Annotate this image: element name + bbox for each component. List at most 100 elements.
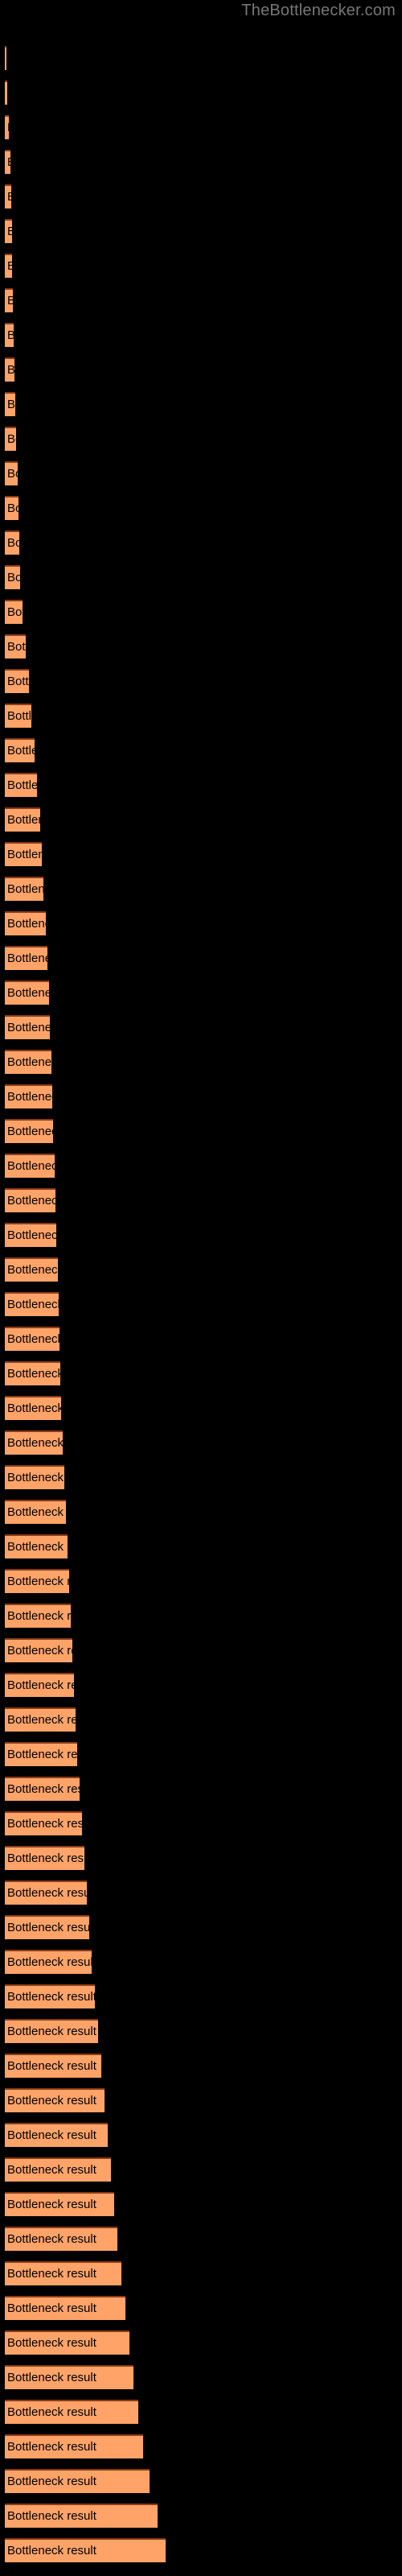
bar-label: Bottleneck result [7, 502, 18, 515]
bar-row[interactable]: Bottleneck result [5, 2157, 111, 2182]
bar-row[interactable]: Bottleneck result [5, 2400, 138, 2424]
bar-row[interactable]: Bottleneck result [5, 1569, 69, 1593]
bar-label-clip: Bottleneck result [5, 1534, 68, 1558]
bar-label: Bottleneck result [7, 1298, 59, 1311]
bar-label-clip: Bottleneck result [5, 2019, 98, 2043]
bar-label-clip: Bottleneck result [5, 980, 49, 1005]
bar-row[interactable]: Bottleneck result [5, 2261, 121, 2285]
bar-label-clip: Bottleneck result [5, 2469, 150, 2493]
bar-row[interactable]: Bottleneck result [5, 2330, 129, 2355]
bar-row[interactable]: Bottleneck result [5, 323, 14, 347]
bar-label: Bottleneck result [7, 1367, 60, 1381]
bar-row[interactable]: Bottleneck result [5, 1638, 72, 1662]
bar-label-clip: Bottleneck result [5, 600, 23, 624]
bar-label: Bottleneck result [7, 1436, 63, 1450]
bar-row[interactable]: Bottleneck result [5, 1327, 59, 1351]
bar-label-clip: Bottleneck result [5, 1154, 55, 1178]
bar-row[interactable]: Bottleneck result [5, 496, 18, 520]
bar-label: Bottleneck result [7, 709, 31, 723]
bar-label: Bottleneck result [7, 605, 23, 619]
bar-row[interactable]: Bottleneck result [5, 946, 47, 970]
bar-label-clip: Bottleneck result [5, 1015, 50, 1039]
bar-row[interactable]: Bottleneck result [5, 2192, 114, 2216]
bar-row[interactable]: Bottleneck result [5, 427, 16, 451]
bar-row[interactable]: Bottleneck result [5, 288, 13, 312]
bar-row[interactable]: Bottleneck result [5, 115, 9, 139]
bar-row[interactable]: Bottleneck result [5, 2088, 105, 2112]
bar-row[interactable]: Bottleneck result [5, 219, 12, 243]
bar-label-clip: Bottleneck result [5, 427, 16, 451]
bar-row[interactable]: Bottleneck result [5, 1050, 51, 1074]
bar-label: Bottleneck result [7, 2025, 96, 2038]
bar-row[interactable]: Bottleneck result [5, 2123, 108, 2147]
bar-row[interactable]: Bottleneck result [5, 1292, 59, 1316]
bar-row[interactable]: Bottleneck result [5, 1534, 68, 1558]
bar-label-clip: Bottleneck result [5, 1984, 95, 2008]
bar-row[interactable]: Bottleneck result [5, 2469, 150, 2493]
bar-row[interactable]: Bottleneck result [5, 2296, 125, 2320]
bar-label-clip: Bottleneck result [5, 496, 18, 520]
bar-label-clip: Bottleneck result [5, 704, 31, 728]
bar-label: Bottleneck result [7, 467, 18, 481]
bar-label-clip: Bottleneck result [5, 1811, 82, 1835]
bar-label: Bottleneck result [7, 184, 11, 208]
bar-row[interactable]: Bottleneck result [5, 1465, 64, 1489]
bar-row[interactable]: Bottleneck result [5, 2504, 158, 2528]
bar-row[interactable]: Bottleneck result [5, 1396, 61, 1420]
bar-row[interactable]: Bottleneck result [5, 807, 40, 832]
bar-row[interactable]: Bottleneck result [5, 1846, 84, 1870]
bar-row[interactable]: Bottleneck result [5, 842, 42, 866]
bar-row[interactable]: Bottleneck result [5, 911, 46, 935]
bar-row[interactable]: Bottleneck result [5, 2054, 101, 2078]
bar-row[interactable]: Bottleneck result [5, 1119, 53, 1143]
bar-row[interactable]: Bottleneck result [5, 392, 15, 416]
bar-row[interactable]: Bottleneck result [5, 1430, 63, 1455]
bar-row[interactable]: Bottleneck result [5, 2434, 143, 2458]
bar-row[interactable]: Bottleneck result [5, 2538, 166, 2562]
bar-row[interactable]: Bottleneck result [5, 1673, 74, 1697]
bar-row[interactable]: Bottleneck result [5, 1915, 89, 1939]
bar-row[interactable]: Bottleneck result [5, 1950, 92, 1974]
bar-row[interactable]: Bottleneck result [5, 669, 29, 693]
bar-row[interactable]: Bottleneck result [5, 738, 35, 762]
bar-row[interactable]: Bottleneck result [5, 1707, 76, 1732]
bar-row[interactable]: Bottleneck result [5, 1742, 77, 1766]
bar-row[interactable]: Bottleneck result [5, 1154, 55, 1178]
bar-row[interactable]: Bottleneck result [5, 1257, 58, 1282]
bar-label-clip: Bottleneck result [5, 1430, 63, 1455]
bar-row[interactable]: Bottleneck result [5, 980, 49, 1005]
bar-row[interactable]: Bottleneck result [5, 357, 14, 382]
bar-row[interactable]: Bottleneck result [5, 773, 37, 797]
bar-label-clip: Bottleneck result [5, 1327, 59, 1351]
bar-row[interactable]: Bottleneck result [5, 877, 43, 901]
bar-row[interactable]: Bottleneck result [5, 1500, 66, 1524]
bar-row[interactable]: Bottleneck result [5, 80, 7, 105]
bar-row[interactable]: Bottleneck result [5, 150, 10, 174]
bar-row[interactable]: Bottleneck result [5, 1811, 82, 1835]
bar-label-clip: Bottleneck result [5, 1707, 76, 1732]
bar-row[interactable]: Bottleneck result [5, 1361, 60, 1385]
bar-label: Bottleneck result [7, 1402, 61, 1415]
bar-row[interactable]: Bottleneck result [5, 254, 12, 278]
bar-row[interactable]: Bottleneck result [5, 184, 11, 208]
bar-row[interactable]: Bottleneck result [5, 530, 19, 555]
bar-row[interactable]: Bottleneck result [5, 46, 6, 70]
bar-row[interactable]: Bottleneck result [5, 1984, 95, 2008]
bar-row[interactable]: Bottleneck result [5, 2019, 98, 2043]
bar-label-clip: Bottleneck result [5, 1188, 55, 1212]
bar-row[interactable]: Bottleneck result [5, 1015, 50, 1039]
bar-label: Bottleneck result [7, 150, 10, 174]
bar-row[interactable]: Bottleneck result [5, 2227, 117, 2251]
bar-row[interactable]: Bottleneck result [5, 1223, 56, 1247]
bar-row[interactable]: Bottleneck result [5, 1188, 55, 1212]
bar-row[interactable]: Bottleneck result [5, 704, 31, 728]
bar-row[interactable]: Bottleneck result [5, 565, 20, 589]
bar-row[interactable]: Bottleneck result [5, 1084, 52, 1108]
bar-row[interactable]: Bottleneck result [5, 2365, 133, 2389]
bar-row[interactable]: Bottleneck result [5, 461, 18, 485]
bar-row[interactable]: Bottleneck result [5, 634, 26, 658]
bar-row[interactable]: Bottleneck result [5, 1777, 80, 1801]
bar-row[interactable]: Bottleneck result [5, 1604, 71, 1628]
bar-row[interactable]: Bottleneck result [5, 1880, 87, 1905]
bar-row[interactable]: Bottleneck result [5, 600, 23, 624]
